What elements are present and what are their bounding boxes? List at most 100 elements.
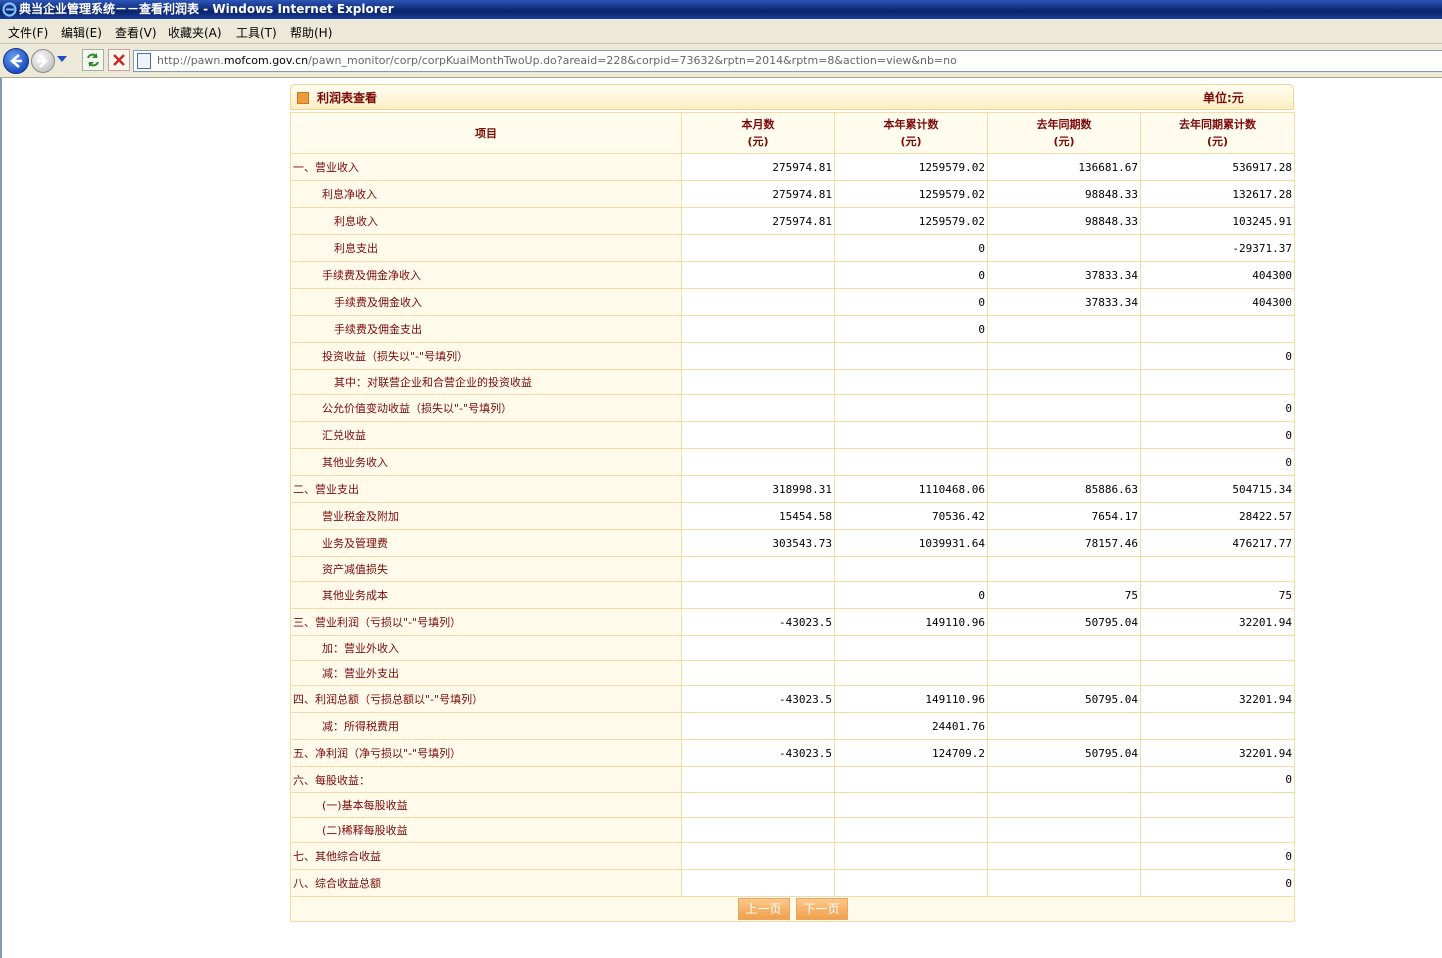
row-label: 二、营业支出 <box>290 475 682 503</box>
row-label: 营业税金及附加 <box>290 502 682 530</box>
row-value <box>681 581 835 609</box>
header-item: 项目 <box>290 112 682 154</box>
next-page-button[interactable]: 下一页 <box>795 898 848 920</box>
menu-bar: 文件(F) 编辑(E) 查看(V) 收藏夹(A) 工具(T) 帮助(H) <box>0 19 1442 44</box>
forward-button[interactable] <box>31 49 55 73</box>
window-title-bar: 典当企业管理系统－－查看利润表 - Windows Internet Explo… <box>0 0 1442 19</box>
row-value: 275974.81 <box>681 207 835 235</box>
row-value <box>681 288 835 316</box>
header-last-year-period: 去年同期数 (元) <box>987 112 1141 154</box>
row-value <box>834 766 988 793</box>
row-label: 五、净利润（净亏损以"-"号填列） <box>290 739 682 767</box>
row-value: 50795.04 <box>987 608 1141 636</box>
row-label: 三、营业利润（亏损以"-"号填列） <box>290 608 682 636</box>
row-value: 32201.94 <box>1140 608 1295 636</box>
table-row: 二、营业支出 318998.31 1110468.06 85886.63 504715.… <box>290 475 1295 503</box>
table-row: 其他业务收入 0 <box>290 448 1295 476</box>
row-value: 32201.94 <box>1140 739 1295 767</box>
back-button[interactable] <box>3 48 29 74</box>
row-value: 70536.42 <box>834 502 988 530</box>
row-value: 1259579.02 <box>834 207 988 235</box>
row-value <box>834 421 988 449</box>
stop-icon <box>113 54 125 66</box>
row-label: 八、综合收益总额 <box>290 869 682 897</box>
row-value <box>681 369 835 395</box>
header-current-month: 本月数 (元) <box>681 112 835 154</box>
row-label: (一)基本每股收益 <box>290 792 682 818</box>
row-value: -43023.5 <box>681 739 835 767</box>
row-value <box>987 660 1141 686</box>
refresh-button[interactable] <box>82 49 104 71</box>
pager-cell: 上一页 下一页 <box>290 896 1295 922</box>
menu-favorites[interactable]: 收藏夹(A) <box>168 24 222 41</box>
row-value: 0 <box>834 315 988 343</box>
menu-view[interactable]: 查看(V) <box>115 24 157 41</box>
table-row: 公允价值变动收益（损失以"-"号填列） 0 <box>290 394 1295 422</box>
row-value <box>681 342 835 370</box>
address-url: http://pawn.mofcom.gov.cn/pawn_monitor/c… <box>157 54 957 67</box>
row-value: 50795.04 <box>987 685 1141 713</box>
row-label: 其他业务成本 <box>290 581 682 609</box>
row-value: 0 <box>1140 394 1295 422</box>
window-title: 典当企业管理系统－－查看利润表 - Windows Internet Explo… <box>19 2 394 16</box>
row-value: 0 <box>834 261 988 289</box>
row-label: 利息支出 <box>290 234 682 262</box>
row-value <box>987 342 1141 370</box>
row-value <box>834 448 988 476</box>
header-year-to-date: 本年累计数 (元) <box>834 112 988 154</box>
stop-button[interactable] <box>108 49 130 71</box>
menu-help[interactable]: 帮助(H) <box>290 24 332 41</box>
row-value <box>681 842 835 870</box>
table-row: 资产减值损失 <box>290 556 1295 582</box>
row-value: 28422.57 <box>1140 502 1295 530</box>
table-header-row: 项目 本月数 (元) 本年累计数 (元) 去年同期数 (元) 去年同期累计数 (元) <box>290 112 1295 154</box>
row-value <box>681 394 835 422</box>
row-value <box>834 635 988 661</box>
table-row: 减：营业外支出 <box>290 660 1295 686</box>
row-label: 汇兑收益 <box>290 421 682 449</box>
table-row: 投资收益（损失以"-"号填列） 0 <box>290 342 1295 370</box>
row-value <box>834 792 988 818</box>
row-value <box>834 842 988 870</box>
row-value: 404300 <box>1140 288 1295 316</box>
row-value: 149110.96 <box>834 608 988 636</box>
panel-header: 利润表查看 单位:元 <box>290 84 1294 110</box>
row-value <box>987 556 1141 582</box>
row-label: 七、其他综合收益 <box>290 842 682 870</box>
pager-row: 上一页 下一页 <box>290 896 1295 922</box>
row-value: 50795.04 <box>987 739 1141 767</box>
table-row: 六、每股收益： 0 <box>290 766 1295 793</box>
navigation-bar: http://pawn.mofcom.gov.cn/pawn_monitor/c… <box>0 44 1442 78</box>
refresh-icon <box>87 53 99 67</box>
table-row: 利息收入 275974.81 1259579.02 98848.33 103245.91 <box>290 207 1295 235</box>
menu-tools[interactable]: 工具(T) <box>236 24 277 41</box>
row-value: 303543.73 <box>681 529 835 557</box>
table-row: 八、综合收益总额 0 <box>290 869 1295 897</box>
address-bar[interactable]: http://pawn.mofcom.gov.cn/pawn_monitor/c… <box>133 50 1442 72</box>
row-value: 0 <box>1140 448 1295 476</box>
menu-file[interactable]: 文件(F) <box>8 24 48 41</box>
table-row: 其他业务成本 0 75 75 <box>290 581 1295 609</box>
row-value: 504715.34 <box>1140 475 1295 503</box>
row-value <box>834 342 988 370</box>
table-row: 四、利润总额（亏损总额以"-"号填列） -43023.5 149110.96 5079… <box>290 685 1295 713</box>
row-value: 476217.77 <box>1140 529 1295 557</box>
row-value <box>987 369 1141 395</box>
row-value <box>987 421 1141 449</box>
prev-page-button[interactable]: 上一页 <box>737 898 790 920</box>
row-value <box>681 660 835 686</box>
row-label: 利息净收入 <box>290 180 682 208</box>
row-value <box>987 712 1141 740</box>
row-label: 减：所得税费用 <box>290 712 682 740</box>
row-value: 103245.91 <box>1140 207 1295 235</box>
row-value: 275974.81 <box>681 180 835 208</box>
row-value: 0 <box>834 288 988 316</box>
header-last-year-ytd: 去年同期累计数 (元) <box>1140 112 1295 154</box>
row-value <box>1140 369 1295 395</box>
row-value: 1039931.64 <box>834 529 988 557</box>
history-dropdown-icon[interactable] <box>57 56 67 62</box>
row-value: 124709.2 <box>834 739 988 767</box>
menu-edit[interactable]: 编辑(E) <box>61 24 102 41</box>
row-value <box>834 869 988 897</box>
table-row: 一、营业收入 275974.81 1259579.02 136681.67 536917… <box>290 153 1295 181</box>
